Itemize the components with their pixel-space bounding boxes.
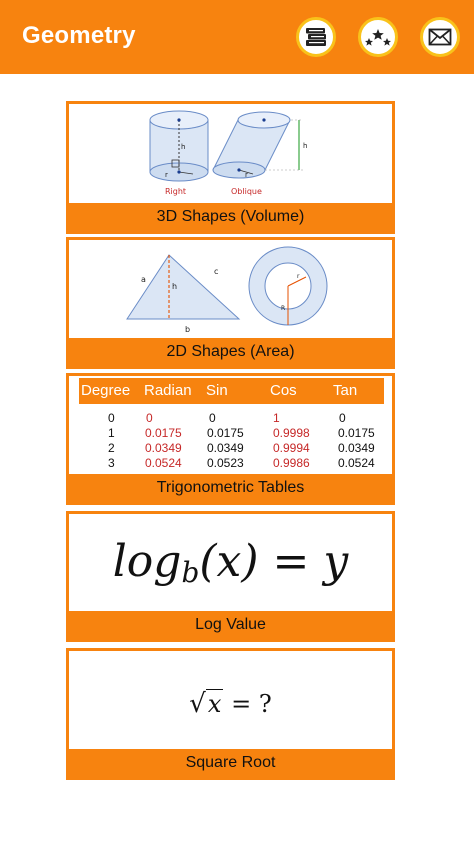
card-3d-label: 3D Shapes (Volume): [69, 203, 392, 231]
right-h-label: h: [181, 143, 185, 151]
outer-R-label: R: [281, 305, 285, 312]
rate-stars-icon: [365, 29, 391, 46]
books-button[interactable]: [296, 17, 336, 57]
books-icon: [306, 28, 326, 46]
log-formula: logb(x) = y: [112, 536, 349, 589]
card-trig-label: Trigonometric Tables: [69, 474, 392, 502]
card-square-root[interactable]: √x = ? Square Root: [66, 648, 395, 780]
oblique-r-label: r: [245, 171, 248, 179]
header-tan: Tan: [333, 382, 358, 399]
base-b-label: b: [185, 325, 190, 334]
mail-button[interactable]: [420, 17, 460, 57]
trig-table-header: Degree Radian Sin Cos Tan: [79, 378, 384, 404]
sqrt-formula: √x = ?: [189, 689, 272, 719]
mail-icon: [428, 28, 452, 46]
triangle-ring-illustration: a h c b r R: [126, 246, 328, 334]
side-c-label: c: [214, 267, 218, 276]
card-sqrt-label: Square Root: [69, 749, 392, 777]
card-trig-tables[interactable]: Degree Radian Sin Cos Tan 0 0 0 1 0 1 0.…: [66, 373, 395, 505]
height-h-label: h: [172, 282, 177, 291]
header-radian: Radian: [144, 382, 192, 399]
table-row: 0 0 0 1 0: [108, 411, 346, 425]
oblique-caption: Oblique: [231, 187, 262, 196]
header-cos: Cos: [270, 382, 297, 399]
app-bar: Geometry: [0, 0, 474, 74]
card-2d-shapes[interactable]: a h c b r R 2D Shapes (Area): [66, 237, 395, 369]
table-row: 1 0.0175 0.0175 0.9998 0.0175: [108, 426, 375, 440]
right-caption: Right: [165, 187, 186, 196]
table-row: 2 0.0349 0.0349 0.9994 0.0349: [108, 441, 375, 455]
side-a-label: a: [141, 275, 146, 284]
right-r-label: r: [165, 171, 168, 179]
oblique-h-label: h: [303, 142, 307, 150]
card-log-value[interactable]: logb(x) = y Log Value: [66, 511, 395, 642]
header-degree: Degree: [81, 382, 131, 399]
card-2d-label: 2D Shapes (Area): [69, 338, 392, 366]
card-log-label: Log Value: [69, 611, 392, 639]
app-title: Geometry: [22, 22, 136, 49]
table-row: 3 0.0524 0.0523 0.9986 0.0524: [108, 456, 375, 470]
cylinder-illustration: h r Right h r Oblique: [149, 110, 307, 196]
card-3d-shapes[interactable]: h r Right h r Oblique 3D Shapes (Volume): [66, 101, 395, 234]
header-sin: Sin: [206, 382, 228, 399]
rate-button[interactable]: [358, 17, 398, 57]
